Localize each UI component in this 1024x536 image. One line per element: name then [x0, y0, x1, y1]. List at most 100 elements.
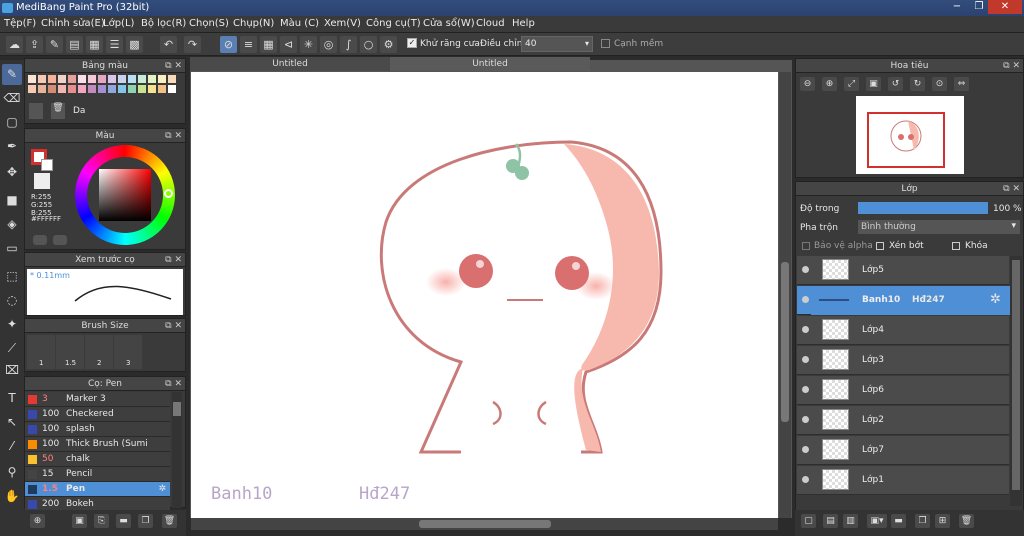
antialias-checkbox[interactable]: ✓ — [407, 38, 417, 48]
blend-mode-select[interactable]: Bình thường ▾ — [858, 220, 1020, 234]
palette-swatch[interactable] — [108, 75, 116, 83]
no-snap-icon[interactable]: ⊘ — [220, 36, 237, 53]
duplicate-icon[interactable]: ❐ — [138, 514, 153, 528]
lasso-tool-icon[interactable]: ◌ — [2, 290, 22, 311]
gradient-tool-icon[interactable]: ▭ — [2, 238, 22, 259]
menu-select[interactable]: Chọn(S) — [189, 18, 229, 29]
close-icon[interactable]: ⧉ ✕ — [165, 319, 182, 333]
curve-snap-icon[interactable]: ∫ — [340, 36, 357, 53]
hue-handle[interactable] — [164, 189, 173, 198]
layer-row[interactable]: Lớp3 — [797, 346, 1009, 375]
new-layer-icon[interactable]: ▢ — [801, 514, 816, 528]
layer-row[interactable]: Lớp1 — [797, 466, 1009, 495]
reset-rotation-icon[interactable]: ⊙ — [932, 77, 947, 91]
concentric-snap-icon[interactable]: ◎ — [320, 36, 337, 53]
drawing-canvas[interactable]: Banh10 Hđ247 — [191, 72, 778, 518]
palette-swatch[interactable] — [58, 75, 66, 83]
palette-swatch[interactable] — [138, 75, 146, 83]
cloud-icon[interactable]: ☁ — [6, 36, 23, 53]
menu-view[interactable]: Xem(V) — [324, 18, 361, 29]
sharp-edge-checkbox[interactable] — [601, 39, 610, 48]
rotate-left-icon[interactable]: ↺ — [888, 77, 903, 91]
new-palette-icon[interactable] — [29, 103, 43, 119]
eye-icon[interactable] — [802, 416, 809, 423]
radial-snap-icon[interactable]: ✳ — [300, 36, 317, 53]
layer-row[interactable]: Lớp7 — [797, 436, 1009, 465]
brush-item[interactable]: 50 chalk — [25, 452, 170, 467]
palette-swatch[interactable] — [48, 75, 56, 83]
palette-swatch[interactable] — [168, 75, 176, 83]
fill-rect-tool-icon[interactable]: ■ — [2, 190, 22, 211]
circle-snap-icon[interactable]: ○ — [360, 36, 377, 53]
hand-tool-icon[interactable]: ✋ — [2, 486, 22, 507]
grid-icon[interactable]: ▩ — [126, 36, 143, 53]
menu-edit[interactable]: Chỉnh sửa(E) — [41, 18, 105, 29]
vertical-scrollbar[interactable] — [779, 72, 791, 518]
menu-layer[interactable]: Lớp(L) — [103, 18, 134, 29]
palette-swatch[interactable] — [158, 75, 166, 83]
flip-icon[interactable]: ⇔ — [954, 77, 969, 91]
divide-tool-icon[interactable]: ⁄ — [2, 436, 22, 457]
layer-row[interactable]: Lớp4 — [797, 316, 1009, 345]
folder-icon[interactable]: ▬ — [116, 514, 131, 528]
gear-icon[interactable]: ✲ — [990, 292, 1001, 307]
palette-swatch[interactable] — [148, 85, 156, 93]
layer-row[interactable]: Lớp6 — [797, 376, 1009, 405]
brush-size-option[interactable]: 3 — [114, 335, 142, 369]
zoom-in-icon[interactable]: ⊕ — [822, 77, 837, 91]
eye-icon[interactable] — [802, 476, 809, 483]
palette-swatch[interactable] — [148, 75, 156, 83]
palette-swatch[interactable] — [128, 85, 136, 93]
horizontal-scrollbar[interactable] — [191, 518, 778, 530]
new-brush-icon[interactable]: ▣ — [72, 514, 87, 528]
new-8bit-layer-icon[interactable]: ▥ — [843, 514, 858, 528]
palette-swatch[interactable] — [128, 75, 136, 83]
brush-size-option[interactable]: 2 — [85, 335, 113, 369]
palette-swatch[interactable] — [58, 85, 66, 93]
close-icon[interactable]: ⧉ ✕ — [165, 253, 182, 267]
select-eraser-tool-icon[interactable]: ⌧ — [2, 360, 22, 381]
menu-help[interactable]: Help — [512, 18, 535, 29]
eye-icon[interactable] — [802, 386, 809, 393]
dot-tool-icon[interactable]: ▢ — [2, 112, 22, 133]
menu-color[interactable]: Màu (C) — [280, 18, 319, 29]
page-icon[interactable]: ▤ — [66, 36, 83, 53]
menu-file[interactable]: Tệp(F) — [4, 18, 36, 29]
brush-size-option[interactable]: 1 — [27, 335, 55, 369]
eyedropper-tool-icon[interactable]: ⚲ — [2, 462, 22, 483]
parallel-snap-icon[interactable]: ≡ — [240, 36, 257, 53]
secondary-color-swatch[interactable] — [41, 159, 53, 171]
color-add-icon[interactable] — [53, 235, 67, 245]
brush-item[interactable]: 100 splash — [25, 422, 170, 437]
close-icon[interactable]: ⧉ ✕ — [1003, 59, 1020, 73]
palette-swatch[interactable] — [108, 85, 116, 93]
palette-swatch[interactable] — [88, 75, 96, 83]
palette-swatch[interactable] — [68, 85, 76, 93]
saturation-box[interactable] — [99, 169, 151, 221]
settings-icon[interactable]: ⚙ — [380, 36, 397, 53]
transparent-swatch[interactable] — [34, 173, 50, 189]
palette-swatch[interactable] — [138, 85, 146, 93]
palette-swatch[interactable] — [98, 75, 106, 83]
tab-untitled-2[interactable]: Untitled — [390, 57, 590, 71]
menu-cloud[interactable]: Cloud — [476, 18, 505, 29]
palette-swatches[interactable] — [28, 75, 178, 101]
undo-icon[interactable]: ↶ — [160, 36, 177, 53]
eraser-tool-icon[interactable]: ⌫ — [2, 88, 22, 109]
zoom-out-icon[interactable]: ⊖ — [800, 77, 815, 91]
text-tool-icon[interactable]: T — [2, 388, 22, 409]
palette-swatch[interactable] — [158, 85, 166, 93]
clipping-checkbox[interactable] — [876, 242, 884, 250]
close-button[interactable]: ✕ — [988, 0, 1022, 14]
palette-swatch[interactable] — [68, 75, 76, 83]
trash-icon[interactable]: 🗑 — [162, 514, 177, 528]
copy-brush-icon[interactable]: ⎘ — [94, 514, 109, 528]
operation-tool-icon[interactable]: ↖ — [2, 412, 22, 433]
brush-item[interactable]: 1.5 Pen ✲ — [25, 482, 170, 497]
menu-window[interactable]: Cửa sổ(W) — [423, 18, 475, 29]
protect-alpha-checkbox[interactable] — [802, 242, 810, 250]
grid-snap-icon[interactable]: ▦ — [260, 36, 277, 53]
gear-icon[interactable]: ✲ — [158, 482, 166, 497]
menu-filter[interactable]: Bộ lọc(R) — [141, 18, 186, 29]
fit-icon[interactable]: ⤢ — [844, 77, 859, 91]
